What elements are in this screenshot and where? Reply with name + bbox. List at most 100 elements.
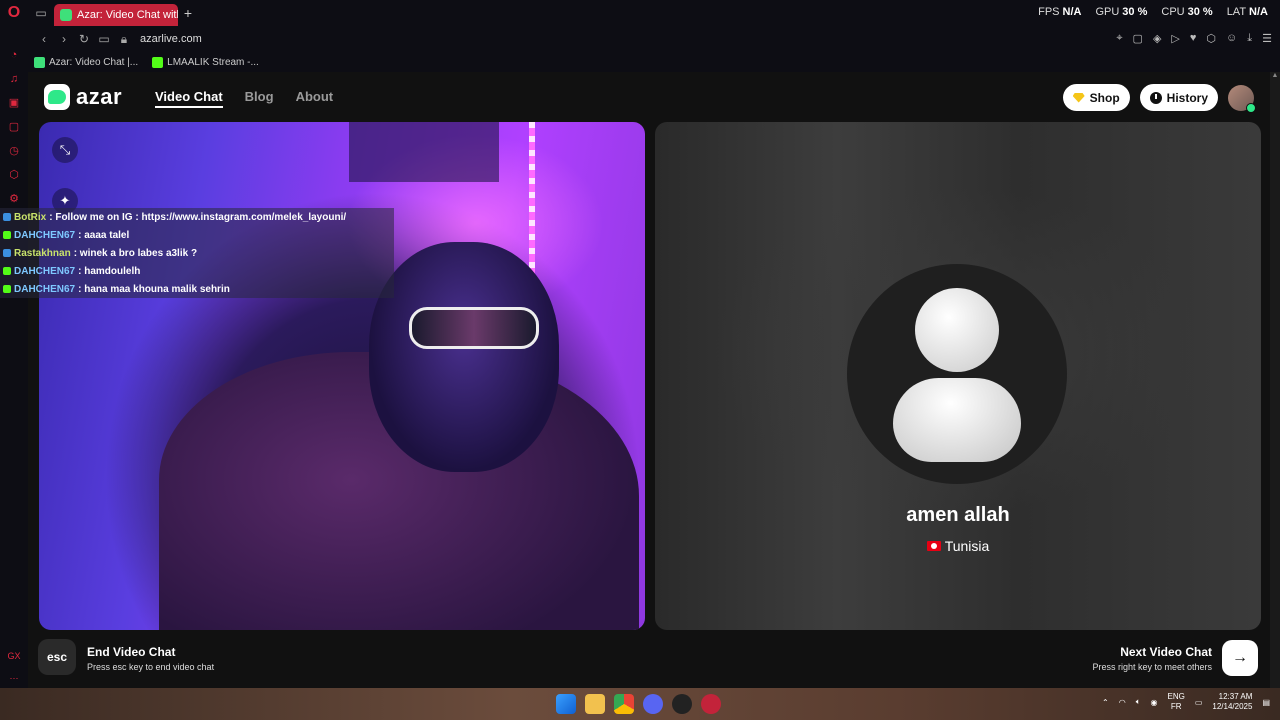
play-icon[interactable]: ▷ [1171, 32, 1179, 45]
partner-video: amen allah Tunisia [655, 122, 1261, 630]
gx-stats: FPS N/A GPU 30 % CPU 30 % LAT N/A [1038, 6, 1268, 18]
background-shelf [349, 122, 499, 182]
next-chat-button[interactable]: → [1222, 640, 1258, 676]
kick-bookmark-icon [152, 56, 164, 68]
mod-badge-icon [3, 249, 11, 257]
heart-icon[interactable]: ♥ [1190, 32, 1197, 45]
opera-gx-icon[interactable] [701, 694, 721, 714]
bot-badge-icon [3, 213, 11, 221]
speed-dial-icon[interactable]: ◔ [7, 48, 21, 62]
pin-icon[interactable]: ⌖ [1116, 32, 1122, 45]
next-chat-hint: Press right key to meet others [1092, 662, 1212, 672]
stat-gpu: GPU 30 % [1095, 6, 1148, 18]
azar-logo[interactable]: azar [44, 84, 122, 110]
chat-message: Rastakhnan: winek a bro labes a3lik ? [0, 244, 394, 262]
gx-corner-icon[interactable]: ▣ [7, 96, 21, 110]
sub-badge-icon [3, 231, 11, 239]
display-icon[interactable]: ▭ [1195, 698, 1203, 707]
more-icon[interactable]: ⋯ [10, 673, 19, 684]
player-icon[interactable]: ♫ [7, 72, 21, 86]
partner-name: amen allah [906, 504, 1010, 526]
stream-chat-overlay: BotRix: Follow me on IG : https://www.in… [0, 208, 394, 298]
bookmark-azar[interactable]: Azar: Video Chat |... [34, 56, 138, 68]
sidebar-bottom: GX ⋯ [0, 651, 28, 684]
lock-icon: 🔒︎ [120, 31, 128, 46]
avatar-body-icon [893, 378, 1021, 462]
mic-icon[interactable]: ◉ [1151, 698, 1158, 707]
download-icon[interactable]: ⤓ [1247, 32, 1252, 45]
menu-icon[interactable]: ☰ [1262, 32, 1272, 45]
nav-video-chat[interactable]: Video Chat [155, 89, 223, 108]
volume-icon[interactable]: 🔈︎ [1136, 697, 1141, 707]
opera-gx-logo-icon[interactable]: O [0, 0, 28, 26]
clock-icon [1149, 91, 1162, 104]
chat-message: DAHCHEN67: hamdoulelh [0, 262, 394, 280]
nav-blog[interactable]: Blog [245, 89, 274, 108]
windows-taskbar: ⌃ ◠ 🔈︎ ◉ ENG FR ▭ 12:37 AM 12/14/2025 ▤ [0, 688, 1280, 720]
person-head [369, 242, 559, 472]
profile-avatar[interactable] [1228, 84, 1256, 113]
end-chat-button[interactable]: esc [38, 639, 76, 675]
tab-title: Azar: Video Chat with Nev [77, 9, 178, 21]
arrow-right-icon: → [1232, 649, 1248, 666]
extension-icons: ⌖ ▢ ◈ ▷ ♥ ⬡ ☺ ⤓ ☰ [1116, 32, 1272, 45]
messenger-icon[interactable]: ▢ [7, 120, 21, 134]
avatar-head-icon [915, 288, 999, 372]
snapshot-icon[interactable]: ▢ [1133, 32, 1143, 45]
stat-fps: FPS N/A [1038, 6, 1082, 18]
site-nav: Video Chat Blog About [155, 89, 333, 108]
start-icon[interactable] [556, 694, 576, 714]
header-actions: Shop History [1062, 84, 1256, 113]
extensions-icon[interactable]: ⬡ [7, 168, 21, 182]
shield-icon[interactable]: ◈ [1153, 32, 1161, 45]
chat-controls: esc End Video Chat Press esc key to end … [28, 630, 1270, 688]
reload-icon[interactable]: ↻ [74, 32, 94, 46]
system-tray: ⌃ ◠ 🔈︎ ◉ ENG FR ▭ 12:37 AM 12/14/2025 ▤ [1102, 692, 1270, 712]
notification-icon[interactable]: ▤ [1262, 698, 1270, 707]
new-tab-button[interactable]: + [178, 5, 198, 21]
page-scrollbar[interactable]: ▲ [1270, 72, 1280, 688]
history-button[interactable]: History [1139, 84, 1218, 111]
chat-message: DAHCHEN67: aaaa talel [0, 226, 394, 244]
minimize-video-icon[interactable]: ⤡ [52, 137, 78, 163]
chat-message: DAHCHEN67: hana maa khouna malik sehrin [0, 280, 394, 298]
gem-icon [1072, 92, 1085, 103]
tab-islands-icon[interactable]: ▭ [28, 0, 54, 26]
obs-icon[interactable] [672, 694, 692, 714]
sub-badge-icon [3, 285, 11, 293]
my-video: ⤡ ✦ [39, 122, 645, 630]
bookmark-kick[interactable]: LMAALIK Stream -... [152, 56, 259, 68]
clock[interactable]: 12:37 AM 12/14/2025 [1212, 692, 1252, 712]
screen: O ▭ Azar: Video Chat with Nev + FPSN/A G… [0, 0, 1280, 720]
site-header: azar Video Chat Blog About Shop History [28, 72, 1270, 122]
forward-icon[interactable]: › [54, 32, 74, 46]
next-chat-title: Next Video Chat [1120, 645, 1212, 659]
tab-azar[interactable]: Azar: Video Chat with Nev [54, 4, 178, 26]
sunglasses [409, 307, 539, 349]
stat-cpu: CPU 30 % [1161, 6, 1213, 18]
account-icon[interactable]: ☺ [1226, 32, 1237, 45]
address-bar: ‹ › ↻ ▭ 🔒︎ azarlive.com ⌖ ▢ ◈ ▷ ♥ ⬡ ☺ ⤓ … [28, 26, 1280, 52]
browser-sidebar: ◔ ♫ ▣ ▢ ◷ ⬡ ⚙ GX ⋯ [0, 26, 28, 688]
gx-label[interactable]: GX [7, 651, 20, 661]
chat-message: BotRix: Follow me on IG : https://www.in… [0, 208, 394, 226]
history-icon[interactable]: ◷ [7, 144, 21, 158]
shop-button[interactable]: Shop [1062, 84, 1130, 111]
discord-icon[interactable] [643, 694, 663, 714]
language-indicator[interactable]: ENG FR [1167, 692, 1184, 712]
partner-country: Tunisia [655, 538, 1261, 554]
nav-about[interactable]: About [296, 89, 334, 108]
settings-icon[interactable]: ⚙ [7, 192, 21, 206]
end-chat-hint: Press esc key to end video chat [87, 662, 215, 672]
chrome-icon[interactable] [614, 694, 634, 714]
camera-icon[interactable]: ▭ [94, 32, 114, 46]
sub-badge-icon [3, 267, 11, 275]
url-field[interactable]: azarlive.com [140, 33, 202, 45]
azar-favicon-icon [60, 9, 72, 21]
tray-overflow-icon[interactable]: ⌃ [1102, 698, 1109, 707]
stat-lat: LAT N/A [1226, 6, 1268, 18]
file-explorer-icon[interactable] [585, 694, 605, 714]
back-icon[interactable]: ‹ [34, 32, 54, 46]
puzzle-icon[interactable]: ⬡ [1206, 32, 1216, 45]
headset-icon[interactable]: ◠ [1119, 698, 1126, 707]
